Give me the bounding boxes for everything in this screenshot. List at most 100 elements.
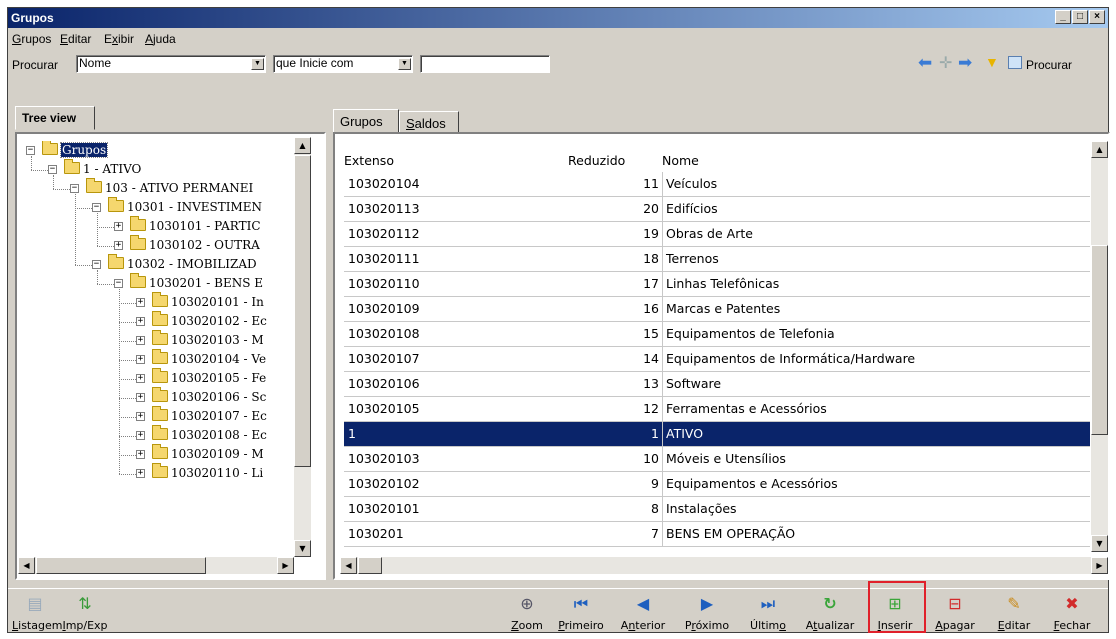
fechar-button[interactable]: ✖ Fechar [1052, 595, 1092, 633]
apagar-button[interactable]: ⊟ Apagar [932, 595, 978, 633]
search-input[interactable] [420, 55, 550, 73]
collapse-icon[interactable]: − [92, 260, 101, 269]
arrow-right-icon[interactable]: ➡ [958, 53, 972, 73]
search-mode-select[interactable]: que Inicie com ▼ [273, 55, 413, 73]
chevron-down-icon[interactable]: ▼ [251, 58, 264, 70]
scroll-right-icon[interactable]: ▶ [1091, 557, 1108, 574]
table-row[interactable]: 103020111 18 Terrenos [344, 247, 1090, 272]
table-row[interactable]: 103020108 15 Equipamentos de Telefonia [344, 322, 1090, 347]
scroll-up-icon[interactable]: ▲ [1091, 141, 1108, 158]
listagem-button[interactable]: ▤ Listagem [12, 595, 62, 633]
collapse-icon[interactable]: − [48, 165, 57, 174]
expand-icon[interactable]: + [136, 355, 145, 364]
column-divider [662, 497, 663, 522]
expand-icon[interactable]: + [136, 374, 145, 383]
tree-vscrollbar[interactable]: ▲ ▼ [294, 137, 311, 557]
cell-reduzido: 14 [643, 351, 659, 366]
expand-icon[interactable]: + [136, 336, 145, 345]
atualizar-button[interactable]: ↻ Atualizar [804, 595, 856, 633]
impexp-button[interactable]: ⇅ Imp/Exp [60, 595, 110, 633]
table-row[interactable]: 103020104 11 Veículos [344, 172, 1090, 197]
anterior-button[interactable]: ◀ Anterior [618, 595, 668, 633]
tree-connector [119, 360, 136, 361]
chevron-down-icon[interactable]: ▼ [398, 58, 411, 70]
refresh-icon: ↻ [823, 594, 837, 613]
menu-ajuda[interactable]: Ajuda [145, 32, 176, 46]
collapse-icon[interactable]: − [70, 184, 79, 193]
col-header-nome[interactable]: Nome [662, 153, 699, 168]
ultimo-button[interactable]: ⏭ Último [748, 595, 788, 633]
filter-icon[interactable]: ▼ [985, 54, 999, 70]
tree-node-label: 1030102 - OUTRA [149, 238, 260, 252]
table-row[interactable]: 1 1 ATIVO [344, 422, 1090, 447]
zoom-button[interactable]: ⊕ Zoom [510, 595, 544, 633]
close-button[interactable]: × [1089, 10, 1105, 24]
table-row[interactable]: 103020109 16 Marcas e Patentes [344, 297, 1090, 322]
col-header-extenso[interactable]: Extenso [344, 153, 394, 168]
grid-hscrollbar[interactable]: ◀ ▶ [340, 557, 1108, 574]
primeiro-button[interactable]: ⏮ Primeiro [558, 595, 604, 633]
collapse-icon[interactable]: − [92, 203, 101, 212]
scroll-left-icon[interactable]: ◀ [18, 557, 35, 574]
table-row[interactable]: 103020101 8 Instalações [344, 497, 1090, 522]
scroll-thumb[interactable] [294, 155, 311, 467]
menu-editar[interactable]: Editar [60, 32, 91, 46]
search-field-select[interactable]: Nome ▼ [76, 55, 266, 73]
cell-extenso: 103020112 [348, 226, 420, 241]
expand-icon[interactable]: + [136, 393, 145, 402]
table-row[interactable]: 103020102 9 Equipamentos e Acessórios [344, 472, 1090, 497]
scroll-down-icon[interactable]: ▼ [294, 540, 311, 557]
tab-tree-view[interactable]: Tree view [15, 106, 95, 130]
scroll-thumb[interactable] [36, 557, 206, 574]
column-divider [662, 522, 663, 547]
menu-grupos[interactable]: Grupos [12, 32, 51, 46]
cell-reduzido: 17 [643, 276, 659, 291]
table-row[interactable]: 103020106 13 Software [344, 372, 1090, 397]
expand-icon[interactable]: + [136, 450, 145, 459]
cell-nome: Equipamentos de Telefonia [666, 326, 835, 341]
folder-icon [152, 292, 168, 307]
table-row[interactable]: 103020105 12 Ferramentas e Acessórios [344, 397, 1090, 422]
scroll-up-icon[interactable]: ▲ [294, 137, 311, 154]
data-grid: Extenso Reduzido Nome 103020104 11 Veículo… [344, 148, 1090, 560]
expand-icon[interactable]: + [136, 469, 145, 478]
grid-vscrollbar[interactable]: ▲ ▼ [1091, 141, 1108, 552]
collapse-icon[interactable]: − [114, 279, 123, 288]
menu-exibir[interactable]: Exibir [104, 32, 134, 46]
table-row[interactable]: 103020110 17 Linhas Telefônicas [344, 272, 1090, 297]
table-row[interactable]: 103020113 20 Edifícios [344, 197, 1090, 222]
minimize-button[interactable]: _ [1055, 10, 1071, 24]
maximize-button[interactable]: □ [1072, 10, 1088, 24]
expand-icon[interactable]: + [136, 298, 145, 307]
folder-icon [130, 216, 146, 231]
expand-icon[interactable]: + [136, 317, 145, 326]
move-icon[interactable]: ✛ [939, 53, 952, 73]
collapse-icon[interactable]: − [26, 146, 35, 155]
expand-icon[interactable]: + [136, 431, 145, 440]
tree-node-label: 103020108 - Ec [171, 428, 267, 442]
cell-nome: Ferramentas e Acessórios [666, 401, 827, 416]
scroll-thumb[interactable] [1091, 245, 1108, 435]
cell-nome: Móveis e Utensílios [666, 451, 786, 466]
table-row[interactable]: 103020112 19 Obras de Arte [344, 222, 1090, 247]
scroll-right-icon[interactable]: ▶ [277, 557, 294, 574]
expand-icon[interactable]: + [136, 412, 145, 421]
tab-saldos[interactable]: Saldos [399, 111, 459, 133]
table-row[interactable]: 103020103 10 Móveis e Utensílios [344, 447, 1090, 472]
expand-icon[interactable]: + [114, 241, 123, 250]
col-header-reduzido[interactable]: Reduzido [568, 153, 625, 168]
scroll-down-icon[interactable]: ▼ [1091, 535, 1108, 552]
tab-grupos[interactable]: Grupos [333, 109, 399, 133]
proximo-button[interactable]: ▶ Próximo [682, 595, 732, 633]
scroll-left-icon[interactable]: ◀ [340, 557, 357, 574]
cell-reduzido: 20 [643, 201, 659, 216]
tree-hscrollbar[interactable]: ◀ ▶ [18, 557, 294, 574]
expand-icon[interactable]: + [114, 222, 123, 231]
table-row[interactable]: 103020107 14 Equipamentos de Informática/H… [344, 347, 1090, 372]
procurar-button[interactable]: Procurar [1026, 58, 1072, 72]
arrow-left-icon[interactable]: ⬅ [918, 53, 932, 73]
scroll-thumb[interactable] [358, 557, 382, 574]
editar-button[interactable]: ✎ Editar [994, 595, 1034, 633]
table-row[interactable]: 1030201 7 BENS EM OPERAÇÃO [344, 522, 1090, 547]
cell-extenso: 103020113 [348, 201, 420, 216]
